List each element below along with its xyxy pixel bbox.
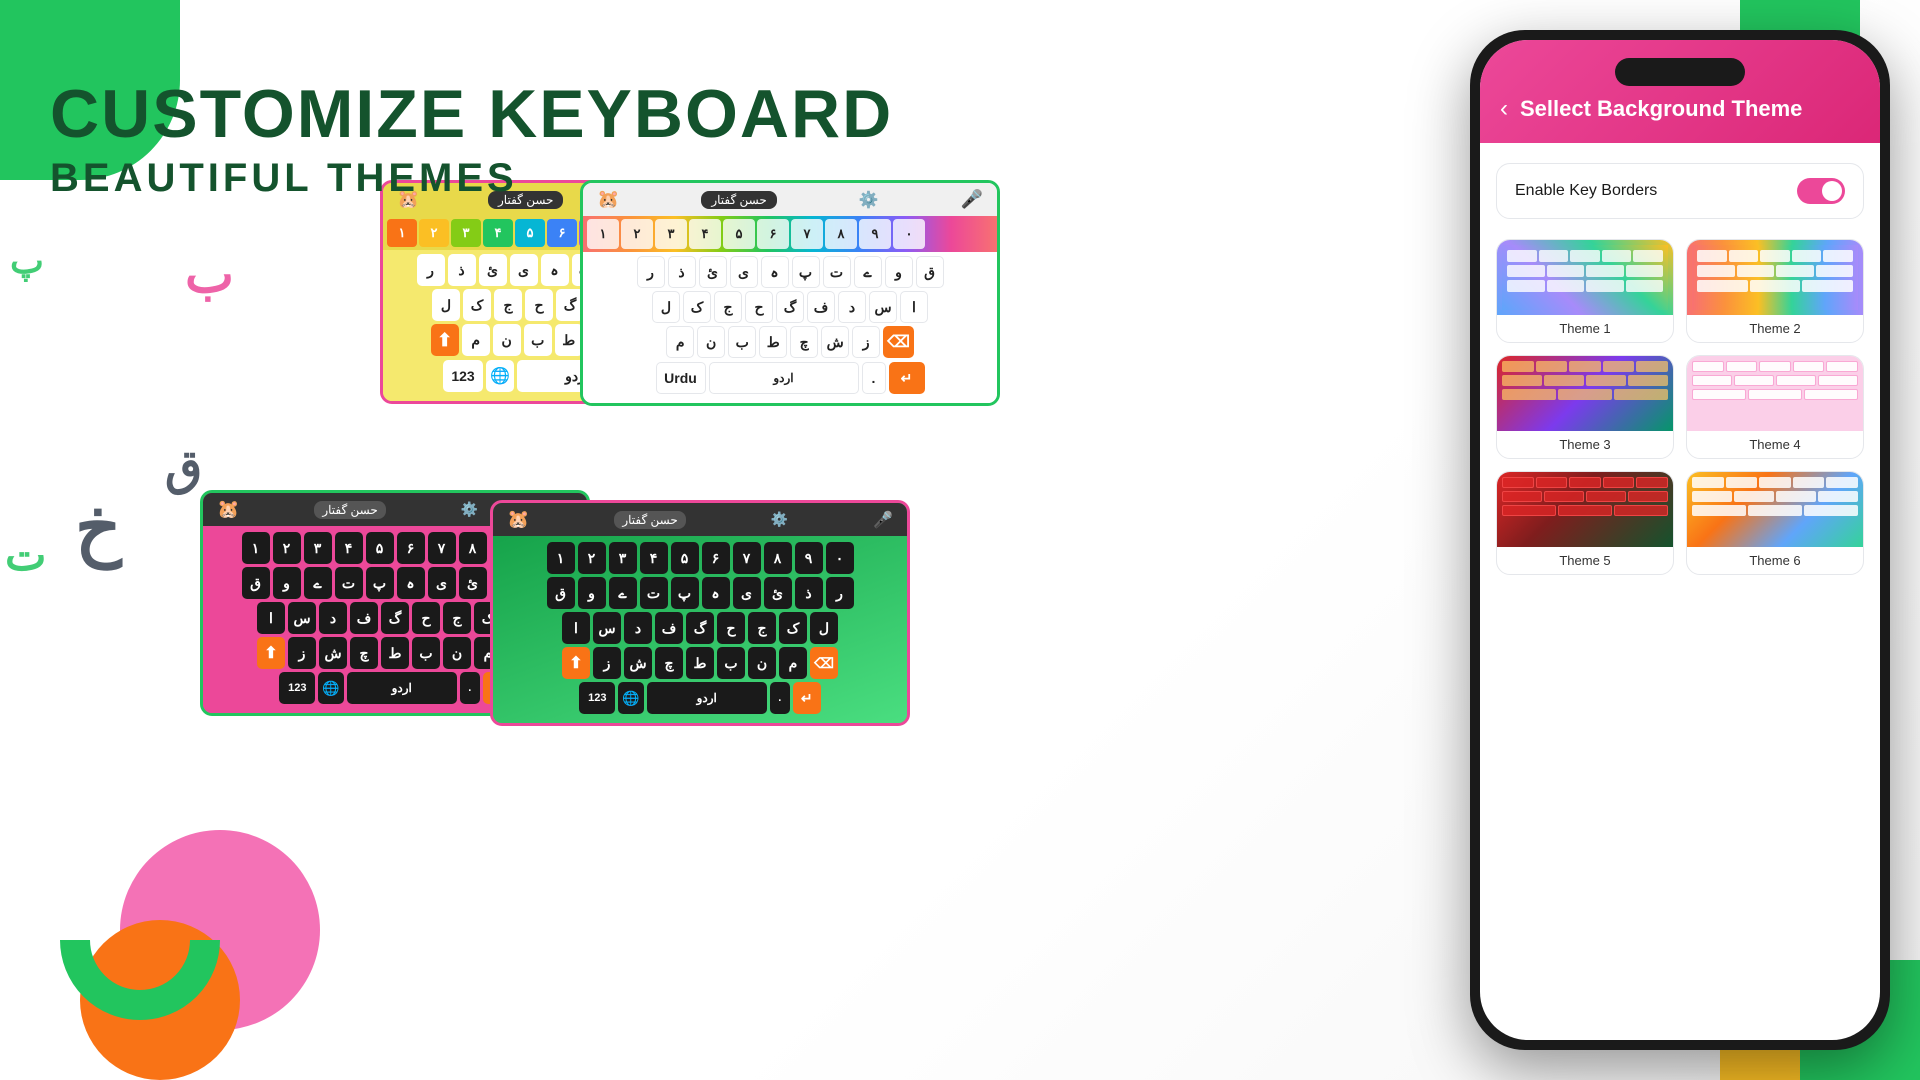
- theme1-label: Theme 1: [1497, 315, 1673, 342]
- phone-content: Enable Key Borders: [1480, 143, 1880, 595]
- theme-card-1[interactable]: Theme 1: [1496, 239, 1674, 343]
- theme5-label: Theme 5: [1497, 547, 1673, 574]
- theme-card-2[interactable]: Theme 2: [1686, 239, 1864, 343]
- sub-title: BEAUTIFUL THEMES: [50, 156, 893, 201]
- themes-grid: Theme 1: [1496, 239, 1864, 575]
- urdu-char-khe: خ: [75, 485, 121, 569]
- phone-mockup: ‹ Sellect Background Theme Enable Key Bo…: [1470, 30, 1890, 1050]
- theme4-preview: [1687, 356, 1863, 431]
- enable-borders-toggle[interactable]: [1797, 178, 1845, 204]
- theme5-preview: [1497, 472, 1673, 547]
- phone-header: ‹ Sellect Background Theme: [1480, 40, 1880, 143]
- enable-borders-row: Enable Key Borders: [1496, 163, 1864, 219]
- keyboard-dark-green: 🐹 حسن گفتار ⚙️ 🎤 ۱۲۳۴۵۶۷۸۹۰ قوےتپہیئذر ا…: [490, 500, 910, 726]
- keyboards-area: 🐹 حسن گفتار ⚙️ 🎤 ۱ ۲ ۳ ۴ ۵ ۶ ۷ ۸ ۹ ۰ رذئ…: [200, 180, 980, 860]
- urdu-char-qaf: ق: [165, 440, 202, 496]
- urdu-char-te: ت: [5, 530, 46, 581]
- theme2-preview: [1687, 240, 1863, 315]
- phone-header-title: Sellect Background Theme: [1520, 96, 1802, 122]
- theme2-label: Theme 2: [1687, 315, 1863, 342]
- theme1-preview: [1497, 240, 1673, 315]
- theme3-label: Theme 3: [1497, 431, 1673, 458]
- theme6-label: Theme 6: [1687, 547, 1863, 574]
- theme-card-5[interactable]: Theme 5: [1496, 471, 1674, 575]
- theme-card-4[interactable]: Theme 4: [1686, 355, 1864, 459]
- theme4-label: Theme 4: [1687, 431, 1863, 458]
- theme6-preview: [1687, 472, 1863, 547]
- urdu-char-pe: پ: [10, 240, 44, 282]
- title-section: CUSTOMIZE KEYBOARD BEAUTIFUL THEMES: [50, 80, 893, 201]
- main-title: CUSTOMIZE KEYBOARD: [50, 80, 893, 148]
- phone-screen: ‹ Sellect Background Theme Enable Key Bo…: [1480, 40, 1880, 1040]
- enable-borders-label: Enable Key Borders: [1515, 182, 1657, 200]
- theme-card-3[interactable]: Theme 3: [1496, 355, 1674, 459]
- back-button[interactable]: ‹: [1500, 95, 1508, 123]
- phone-notch: [1615, 58, 1745, 86]
- theme-card-6[interactable]: Theme 6: [1686, 471, 1864, 575]
- theme3-preview: [1497, 356, 1673, 431]
- keyboard-rainbow: 🐹 حسن گفتار ⚙️ 🎤 ۱ ۲ ۳ ۴ ۵ ۶ ۷ ۸ ۹ ۰ رذئ…: [580, 180, 1000, 406]
